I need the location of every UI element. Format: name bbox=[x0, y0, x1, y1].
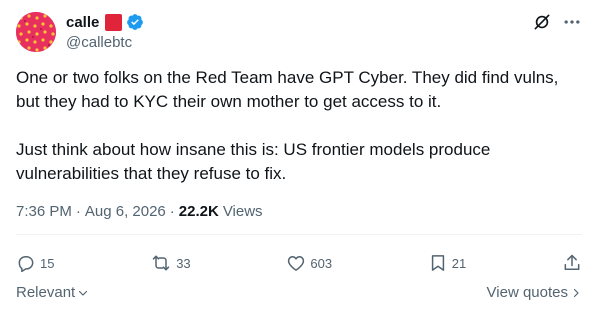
heart-icon bbox=[288, 256, 305, 271]
bookmark-count: 21 bbox=[451, 255, 467, 271]
view-quotes-link[interactable]: View quotes bbox=[487, 284, 582, 301]
display-name[interactable]: calle bbox=[66, 14, 99, 31]
repost-count: 33 bbox=[176, 255, 191, 271]
share-button[interactable] bbox=[562, 253, 582, 273]
tweet-date[interactable]: Aug 6, 2026 bbox=[85, 203, 166, 220]
like-button[interactable]: 603 bbox=[286, 253, 332, 273]
verified-badge-icon[interactable] bbox=[126, 13, 144, 31]
more-options-icon[interactable] bbox=[562, 12, 582, 32]
views-label: Views bbox=[222, 203, 263, 220]
bookmark-button[interactable]: 21 bbox=[428, 253, 466, 273]
action-bar: 15 33 603 21 bbox=[16, 248, 582, 278]
handle[interactable]: @callebtc bbox=[66, 34, 132, 51]
reply-button[interactable]: 15 bbox=[16, 253, 54, 273]
pattern-avatar bbox=[16, 12, 56, 52]
reply-count: 15 bbox=[40, 255, 55, 271]
sort-label: Relevant bbox=[16, 284, 76, 301]
reply-icon bbox=[18, 256, 34, 273]
tweet-paragraph: One or two folks on the Red Team have GP… bbox=[16, 68, 559, 111]
tweet-footer: Relevant View quotes bbox=[16, 284, 582, 301]
top-icons bbox=[532, 12, 582, 32]
view-quotes-label: View quotes bbox=[486, 284, 568, 301]
divider bbox=[16, 234, 582, 235]
avatar[interactable] bbox=[16, 12, 56, 52]
tweet-text: One or two folks on the Red Team have GP… bbox=[16, 66, 582, 186]
chevron-down-icon bbox=[79, 290, 88, 296]
repost-button[interactable]: 33 bbox=[150, 253, 191, 273]
tweet-paragraph: Just think about how insane this is: US … bbox=[16, 140, 491, 183]
grok-icon[interactable] bbox=[532, 12, 552, 32]
meta-separator: · bbox=[169, 203, 175, 220]
like-count: 603 bbox=[310, 255, 333, 271]
repost-icon bbox=[152, 255, 170, 271]
share-icon bbox=[564, 254, 580, 270]
sort-replies-dropdown[interactable]: Relevant bbox=[16, 284, 89, 301]
author-name-row: calle bbox=[66, 13, 144, 31]
chevron-right-icon bbox=[573, 288, 579, 297]
flag-icon bbox=[105, 13, 123, 31]
bookmark-icon bbox=[431, 255, 444, 271]
tweet-meta: 7:36 PM · Aug 6, 2026 · 22.2K Views bbox=[16, 203, 263, 220]
views-count: 22.2K bbox=[178, 203, 219, 220]
meta-separator: · bbox=[75, 203, 81, 220]
tweet-time[interactable]: 7:36 PM bbox=[16, 203, 72, 220]
